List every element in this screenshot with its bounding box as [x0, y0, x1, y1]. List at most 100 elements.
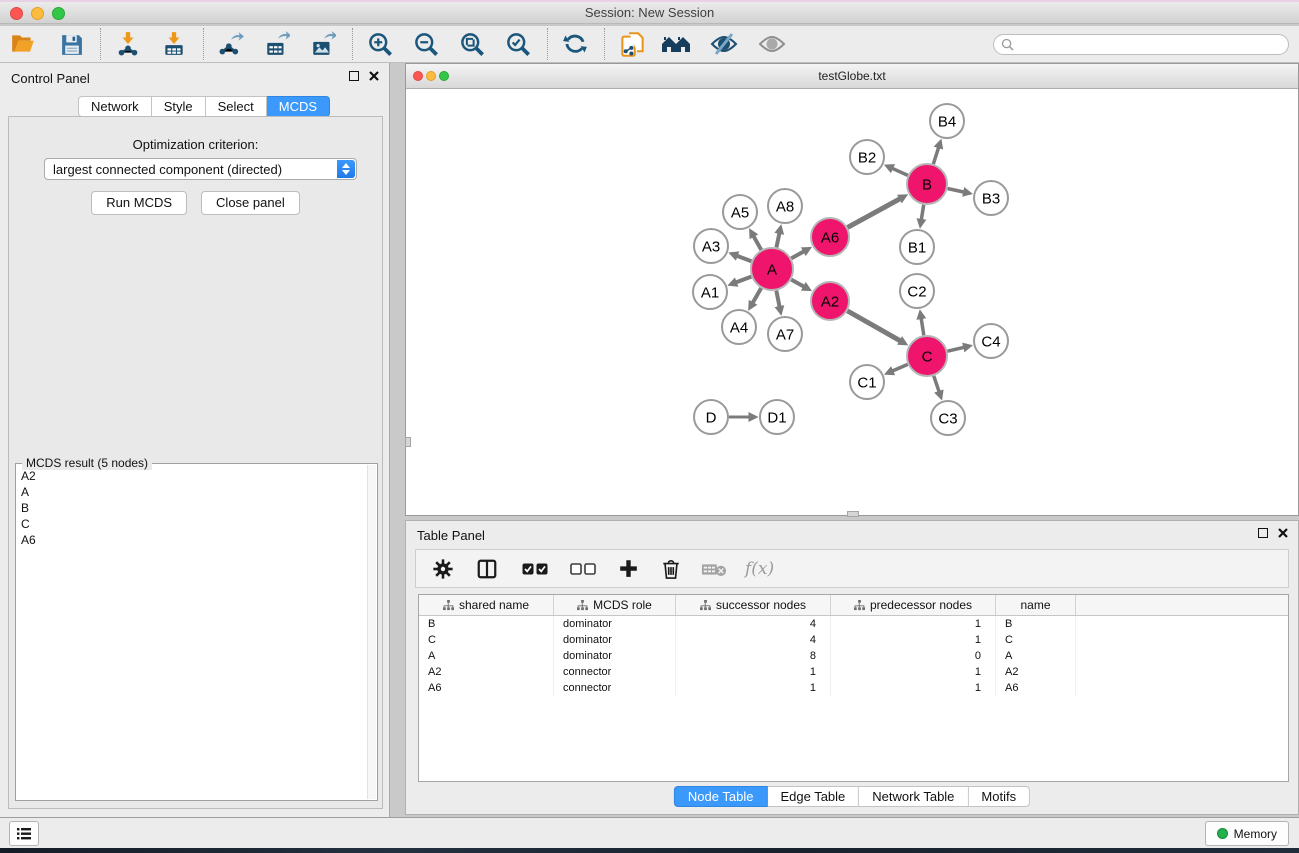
graph-node-A2[interactable]: A2 [811, 282, 849, 320]
tab-network-table[interactable]: Network Table [859, 786, 968, 807]
delete-column-trash-icon[interactable] [661, 558, 681, 580]
home-icon[interactable] [661, 29, 691, 59]
close-panel-icon[interactable] [369, 71, 379, 81]
mcds-result-item[interactable]: A2 [21, 468, 366, 484]
table-row[interactable]: Bdominator41B [419, 616, 1288, 632]
hide-panel-eye-slash-icon[interactable] [709, 29, 739, 59]
column-header[interactable]: MCDS role [554, 595, 676, 615]
graph-node-A7[interactable]: A7 [768, 317, 802, 351]
import-network-icon[interactable] [113, 29, 143, 59]
table-row[interactable]: Adominator80A [419, 648, 1288, 664]
zoom-fit-icon[interactable] [457, 29, 487, 59]
export-table-icon[interactable] [262, 29, 292, 59]
optimization-criterion-select[interactable]: largest connected component (directed) [44, 158, 357, 180]
refresh-icon[interactable] [560, 29, 590, 59]
graph-edge-A-A1[interactable] [735, 277, 751, 283]
mcds-result-item[interactable]: A6 [21, 532, 366, 548]
graph-node-A4[interactable]: A4 [722, 310, 756, 344]
graph-edge-A-A8[interactable] [776, 232, 779, 247]
close-panel-button[interactable]: Close panel [201, 191, 300, 215]
new-session-icon[interactable] [617, 29, 647, 59]
select-all-checkboxes-icon[interactable] [522, 562, 548, 576]
column-header[interactable]: successor nodes [676, 595, 831, 615]
mcds-result-item[interactable]: A [21, 484, 366, 500]
table-row[interactable]: A2connector11A2 [419, 664, 1288, 680]
search-field[interactable] [993, 34, 1289, 55]
graph-node-A8[interactable]: A8 [768, 189, 802, 223]
column-header[interactable]: name [996, 595, 1076, 615]
node-table[interactable]: shared nameMCDS rolesuccessor nodesprede… [418, 594, 1289, 782]
graph-edge-B-B2[interactable] [892, 168, 908, 175]
graph-node-A5[interactable]: A5 [723, 195, 757, 229]
table-settings-gear-icon[interactable] [432, 558, 454, 580]
zoom-selected-icon[interactable] [503, 29, 533, 59]
tab-mcds[interactable]: MCDS [267, 96, 330, 117]
graph-edge-A-A3[interactable] [736, 256, 751, 262]
graph-edge-A-A4[interactable] [752, 288, 761, 303]
graph-node-C1[interactable]: C1 [850, 365, 884, 399]
graph-node-A[interactable]: A [751, 248, 793, 290]
show-panel-eye-icon[interactable] [757, 29, 787, 59]
graph-edge-B-B1[interactable] [921, 205, 923, 221]
open-session-icon[interactable] [8, 29, 38, 59]
graph-node-B3[interactable]: B3 [974, 181, 1008, 215]
import-table-icon[interactable] [159, 29, 189, 59]
mcds-result-item[interactable]: C [21, 516, 366, 532]
graph-edge-A-A7[interactable] [776, 291, 779, 308]
graph-edge-A2-C[interactable] [847, 311, 901, 341]
graph-node-B2[interactable]: B2 [850, 140, 884, 174]
graph-node-D[interactable]: D [694, 400, 728, 434]
graph-node-B4[interactable]: B4 [930, 104, 964, 138]
mcds-result-scrollbar[interactable] [367, 465, 376, 799]
float-panel-icon[interactable] [1258, 528, 1268, 538]
tab-node-table[interactable]: Node Table [674, 786, 768, 807]
tab-network[interactable]: Network [78, 96, 152, 117]
run-mcds-button[interactable]: Run MCDS [91, 191, 187, 215]
graph-node-B[interactable]: B [907, 164, 947, 204]
graph-node-D1[interactable]: D1 [760, 400, 794, 434]
tab-style[interactable]: Style [152, 96, 206, 117]
float-panel-icon[interactable] [349, 71, 359, 81]
mcds-result-item[interactable]: B [21, 500, 366, 516]
column-header[interactable]: predecessor nodes [831, 595, 996, 615]
graph-edge-B-B3[interactable] [948, 188, 965, 192]
column-header[interactable] [1076, 595, 1288, 615]
network-graph[interactable]: B4B2BB3A5A8A6A3B1AA1C2A2A4A7C4CC1DD1C3 [406, 89, 1298, 513]
graph-node-C4[interactable]: C4 [974, 324, 1008, 358]
left-divider-grip[interactable] [405, 437, 411, 447]
mcds-result-list[interactable]: A2ABCA6 [17, 466, 366, 799]
search-input[interactable] [1014, 37, 1264, 51]
graph-node-A3[interactable]: A3 [694, 229, 728, 263]
column-header[interactable]: shared name [419, 595, 554, 615]
graph-edge-B-B4[interactable] [933, 147, 938, 164]
graph-edge-C-C3[interactable] [934, 376, 940, 393]
tab-select[interactable]: Select [206, 96, 267, 117]
network-canvas[interactable]: B4B2BB3A5A8A6A3B1AA1C2A2A4A7C4CC1DD1C3 [406, 89, 1298, 515]
deselect-all-checkboxes-icon[interactable] [570, 562, 596, 576]
column-browser-icon[interactable] [476, 558, 498, 580]
graph-edge-A6-B[interactable] [848, 198, 901, 227]
bottom-divider-grip[interactable] [847, 511, 859, 517]
graph-node-A6[interactable]: A6 [811, 218, 849, 256]
export-network-icon[interactable] [216, 29, 246, 59]
graph-node-C2[interactable]: C2 [900, 274, 934, 308]
memory-button[interactable]: Memory [1205, 821, 1289, 846]
graph-node-C3[interactable]: C3 [931, 401, 965, 435]
graph-node-A1[interactable]: A1 [693, 275, 727, 309]
close-panel-icon[interactable] [1278, 528, 1288, 538]
tab-motifs[interactable]: Motifs [968, 786, 1030, 807]
table-row[interactable]: A6connector11A6 [419, 680, 1288, 696]
zoom-out-icon[interactable] [411, 29, 441, 59]
graph-node-C[interactable]: C [907, 336, 947, 376]
graph-edge-C-C2[interactable] [921, 318, 924, 336]
graph-edge-C-C1[interactable] [892, 364, 908, 371]
graph-edge-A-A6[interactable] [791, 251, 804, 258]
save-session-icon[interactable] [56, 29, 86, 59]
task-history-button[interactable] [9, 821, 39, 846]
add-column-plus-icon[interactable] [618, 558, 639, 579]
export-image-icon[interactable] [308, 29, 338, 59]
graph-edge-A-A5[interactable] [753, 236, 761, 250]
graph-edge-A-A2[interactable] [791, 280, 804, 287]
zoom-in-icon[interactable] [365, 29, 395, 59]
graph-edge-C-C4[interactable] [947, 347, 964, 351]
